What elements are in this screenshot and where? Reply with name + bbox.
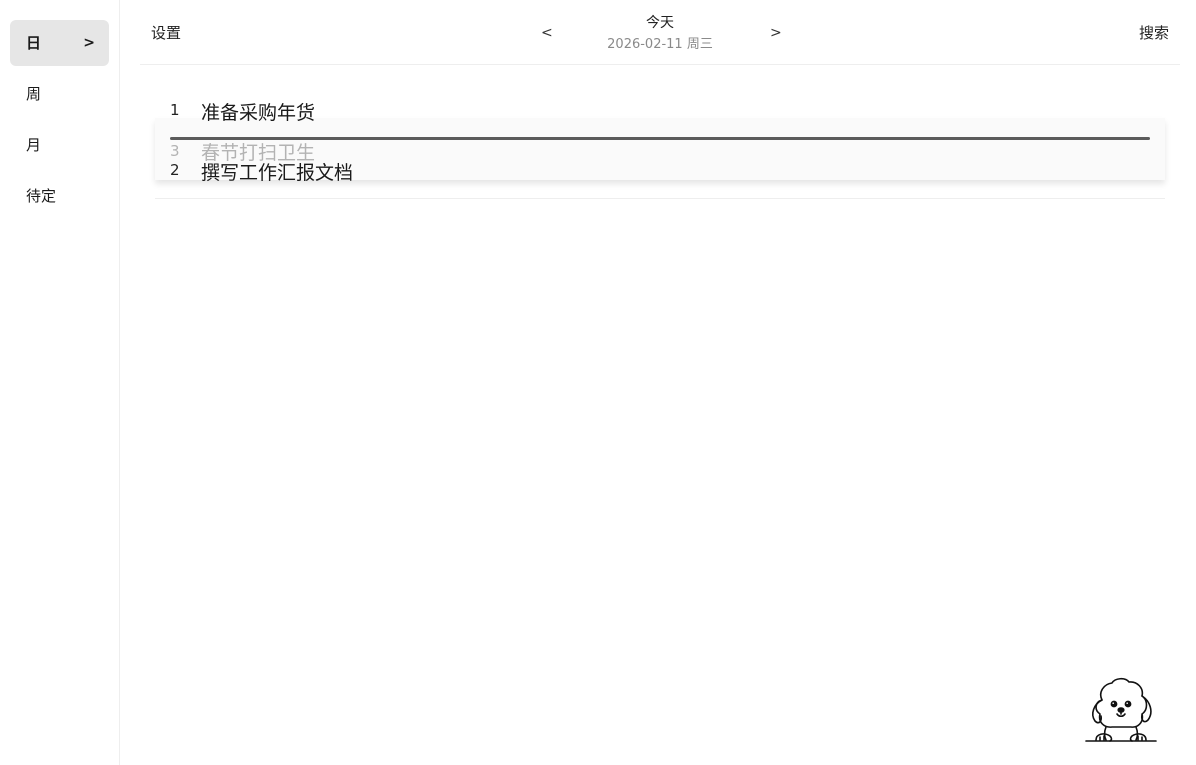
- settings-button[interactable]: 设置: [151, 22, 181, 43]
- sidebar-item-label: 月: [26, 136, 42, 154]
- task-list: 1 准备采购年货 3 春节打扫卫生 2 撰写工作汇报文档: [155, 90, 1165, 200]
- sidebar-item-month[interactable]: 月: [10, 122, 109, 168]
- task-item[interactable]: 1 准备采购年货: [155, 98, 1165, 128]
- task-number: 2: [170, 161, 180, 179]
- task-title: 准备采购年货: [201, 102, 316, 124]
- task-number: 1: [170, 101, 180, 119]
- current-date: 2026-02-11 周三: [607, 37, 713, 52]
- prev-day-button[interactable]: <: [541, 25, 553, 41]
- header: 设置 < 今天 2026-02-11 周三 > 搜索: [140, 0, 1180, 65]
- sidebar-item-label: 日: [26, 34, 42, 52]
- chevron-right-icon: >: [83, 35, 95, 51]
- app-root: 日 > 周 月 待定 设置 < 今天 2026-02-11 周三 > 搜索 1 …: [0, 0, 1196, 765]
- sidebar-item-label: 待定: [26, 187, 57, 205]
- sidebar: 日 > 周 月 待定: [0, 0, 120, 765]
- task-title: 撰写工作汇报文档: [201, 162, 354, 184]
- dog-mascot-icon: [1082, 674, 1160, 744]
- divider: [155, 198, 1165, 199]
- sidebar-item-day[interactable]: 日 >: [10, 20, 109, 66]
- search-button[interactable]: 搜索: [1139, 22, 1169, 43]
- next-day-button[interactable]: >: [770, 25, 782, 41]
- page-title[interactable]: 今天: [590, 12, 730, 32]
- sidebar-item-label: 周: [26, 85, 42, 103]
- sidebar-item-week[interactable]: 周: [10, 71, 109, 117]
- task-item[interactable]: 2 撰写工作汇报文档: [155, 158, 1165, 188]
- sidebar-item-pending[interactable]: 待定: [10, 173, 109, 219]
